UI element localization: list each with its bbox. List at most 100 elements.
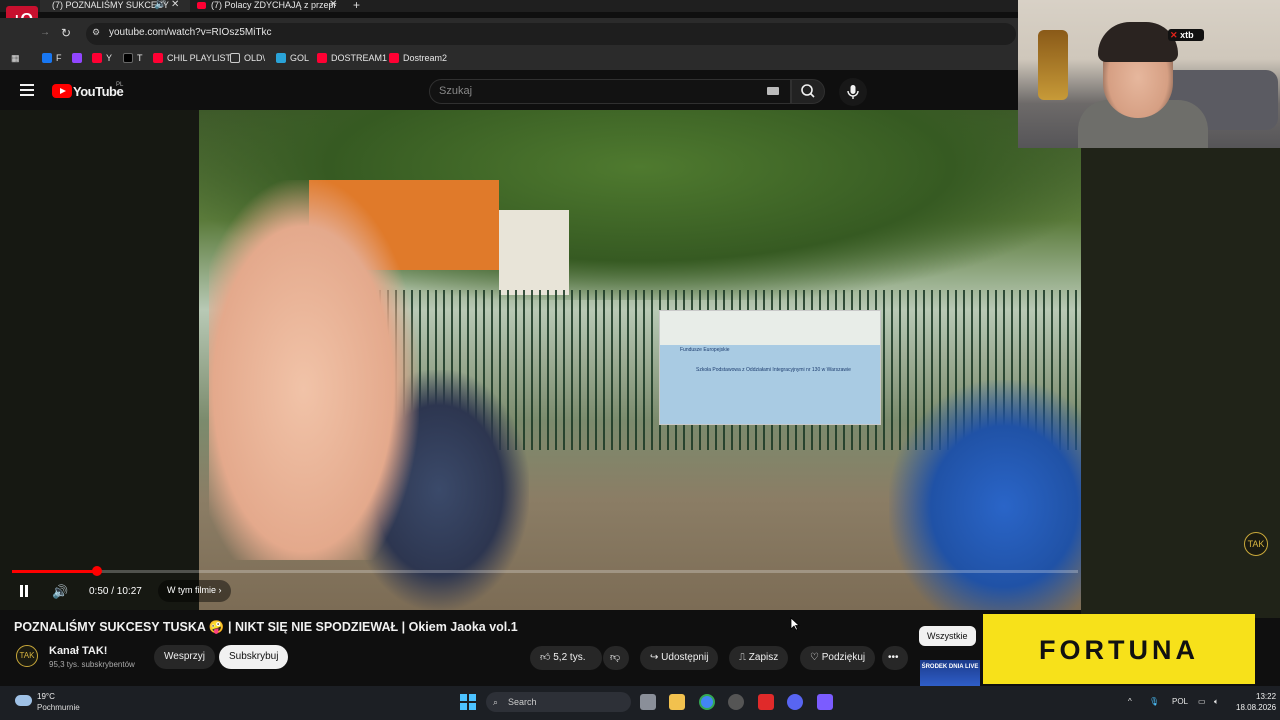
hand [209, 180, 419, 560]
weather-description[interactable]: Pochmurnie [37, 703, 80, 712]
app-purple-icon[interactable] [817, 694, 833, 710]
tray-overflow-icon[interactable]: ^ [1128, 697, 1132, 706]
close-tab-icon[interactable]: ✕ [171, 0, 179, 10]
share-label: Udostępnij [661, 652, 709, 663]
pause-button[interactable] [18, 585, 30, 597]
site-info-icon[interactable]: ⚙ [92, 27, 100, 38]
heart-dollar-icon: ♡ [810, 652, 819, 663]
file-explorer-icon[interactable] [669, 694, 685, 710]
close-tab-icon[interactable]: ✕ [329, 0, 337, 10]
volume-icon[interactable]: 🔊 [52, 584, 68, 600]
streamer-webcam [1018, 0, 1280, 148]
reload-icon[interactable]: ↻ [61, 26, 71, 40]
network-icon[interactable]: ▭ [1198, 697, 1206, 706]
save-button[interactable]: ⎍ Zapisz [729, 646, 789, 670]
channel-watermark-icon[interactable]: TAK [1244, 532, 1268, 556]
url-text: youtube.com/watch?v=RIOsz5MiTkc [109, 27, 272, 38]
pause-icon [20, 585, 23, 597]
video-title: POZNALIŚMY SUKCESY TUSKA 🤪 | NIKT SIĘ NI… [14, 620, 518, 634]
taskbar-search[interactable]: ⌕ Search [486, 692, 631, 712]
mouse-cursor-icon [790, 617, 800, 631]
search-button[interactable] [791, 79, 825, 104]
microphone-tray-icon[interactable]: 🎙︎ [1149, 697, 1159, 706]
app-red-icon[interactable] [758, 694, 774, 710]
channel-name[interactable]: Kanał TAK! [49, 645, 107, 657]
chapter-button[interactable]: W tym filmie › [158, 580, 231, 602]
xtb-badge: ✕ xtb [1168, 29, 1204, 41]
tab-current[interactable]: (7) POZNALIŚMY SUKCESY 🔊 ✕ [40, 0, 190, 12]
weather-temperature[interactable]: 19°C [37, 692, 55, 701]
bookmark-folder-old[interactable]: OLD\ [230, 53, 265, 63]
tab-second[interactable]: (7) Polacy ZDYCHAJĄ z przepr ✕ [193, 0, 343, 12]
bookmark-gol[interactable]: GOL [276, 53, 309, 63]
chapter-label: W tym filmie [167, 585, 216, 595]
twitch-icon [72, 53, 82, 63]
channel-avatar[interactable]: TAK [16, 645, 38, 667]
progress-played [12, 570, 98, 573]
bookmark-twitch[interactable] [72, 53, 86, 63]
folder-icon [230, 53, 240, 63]
search-input[interactable] [429, 79, 791, 104]
thumbs-up-icon: 👍︎ [540, 652, 551, 663]
progress-bar[interactable] [12, 570, 1078, 573]
subscriber-count: 95,3 tys. subskrybentów [49, 660, 135, 669]
share-icon: ↪ [650, 652, 659, 663]
banner-text: Szkoła Podstawowa z Oddziałami Integracy… [696, 367, 851, 373]
weather-cloud-icon[interactable] [15, 695, 32, 706]
steam-icon[interactable] [728, 694, 744, 710]
tab-title: (7) POZNALIŚMY SUKCESY [52, 0, 169, 10]
apps-icon[interactable]: ▦ [11, 53, 20, 64]
language-indicator[interactable]: POL [1172, 697, 1188, 706]
subscribe-button[interactable]: Subskrybuj [219, 645, 289, 669]
streamer-hair [1098, 22, 1178, 62]
task-view-icon[interactable] [640, 694, 656, 710]
thanks-button[interactable]: ♡ Podziękuj [800, 646, 876, 670]
keyboard-icon[interactable] [767, 87, 779, 95]
thanks-label: Podziękuj [821, 652, 866, 663]
x-icon [123, 53, 133, 63]
filter-chip-all[interactable]: Wszystkie [919, 626, 976, 646]
like-count: 5,2 tys. [553, 652, 586, 663]
pause-icon [25, 585, 28, 597]
youtube-icon [153, 53, 163, 63]
thumbs-down-icon: 👎︎ [610, 652, 621, 663]
new-tab-icon[interactable]: + [353, 0, 360, 12]
promo-thumbnail[interactable]: ŚRODEK DNIA LIVE [920, 660, 980, 686]
lamp [1038, 30, 1068, 100]
clock-time[interactable]: 13:22 [1256, 692, 1276, 701]
save-label: Zapisz [748, 652, 779, 663]
fortuna-sponsor-banner: FORTUNA [983, 614, 1255, 684]
youtube-icon [389, 53, 399, 63]
forward-icon[interactable]: → [40, 27, 50, 38]
voice-search-button[interactable] [839, 78, 867, 106]
taskbar-search-label: Search [508, 697, 537, 707]
tab-audio-icon: 🔊 [154, 0, 167, 10]
share-button[interactable]: ↪ Udostępnij [640, 646, 719, 670]
search-icon: ⌕ [493, 697, 499, 707]
school-banner: Fundusze Europejskie Szkoła Podstawowa z… [659, 310, 881, 425]
speaker-icon[interactable]: 🔈︎ [1214, 697, 1219, 707]
bookmark-x[interactable]: T [123, 53, 143, 63]
youtube-logo-icon[interactable] [52, 84, 72, 98]
region-label: PL [116, 82, 124, 88]
gol-icon [276, 53, 286, 63]
more-actions-button[interactable]: ••• [882, 646, 908, 670]
like-button[interactable]: 👍︎ 5,2 tys. [530, 646, 602, 670]
bookmark-dostream1[interactable]: DOSTREAM1 [317, 53, 387, 63]
clock-date[interactable]: 18.08.2026 [1236, 703, 1276, 712]
dislike-button[interactable]: 👎︎ [603, 646, 629, 670]
bookmark-youtube[interactable]: Y [92, 53, 112, 63]
tab-title: (7) Polacy ZDYCHAJĄ z przepr [211, 0, 337, 10]
chrome-icon[interactable] [699, 694, 715, 710]
more-icon: ••• [888, 652, 899, 663]
menu-icon[interactable] [20, 84, 34, 96]
support-button[interactable]: Wesprzyj [154, 645, 215, 669]
youtube-favicon-icon [197, 2, 206, 9]
bookmark-chil-playlist[interactable]: CHIL PLAYLIST [153, 53, 231, 63]
banner-header: Fundusze Europejskie [680, 347, 730, 353]
bookmark-dostream2[interactable]: Dostream2 [389, 53, 447, 63]
bookmark-facebook[interactable]: F [42, 53, 62, 63]
windows-start-icon[interactable] [460, 694, 476, 710]
video-frame[interactable]: Fundusze Europejskie Szkoła Podstawowa z… [199, 110, 1081, 610]
discord-icon[interactable] [787, 694, 803, 710]
